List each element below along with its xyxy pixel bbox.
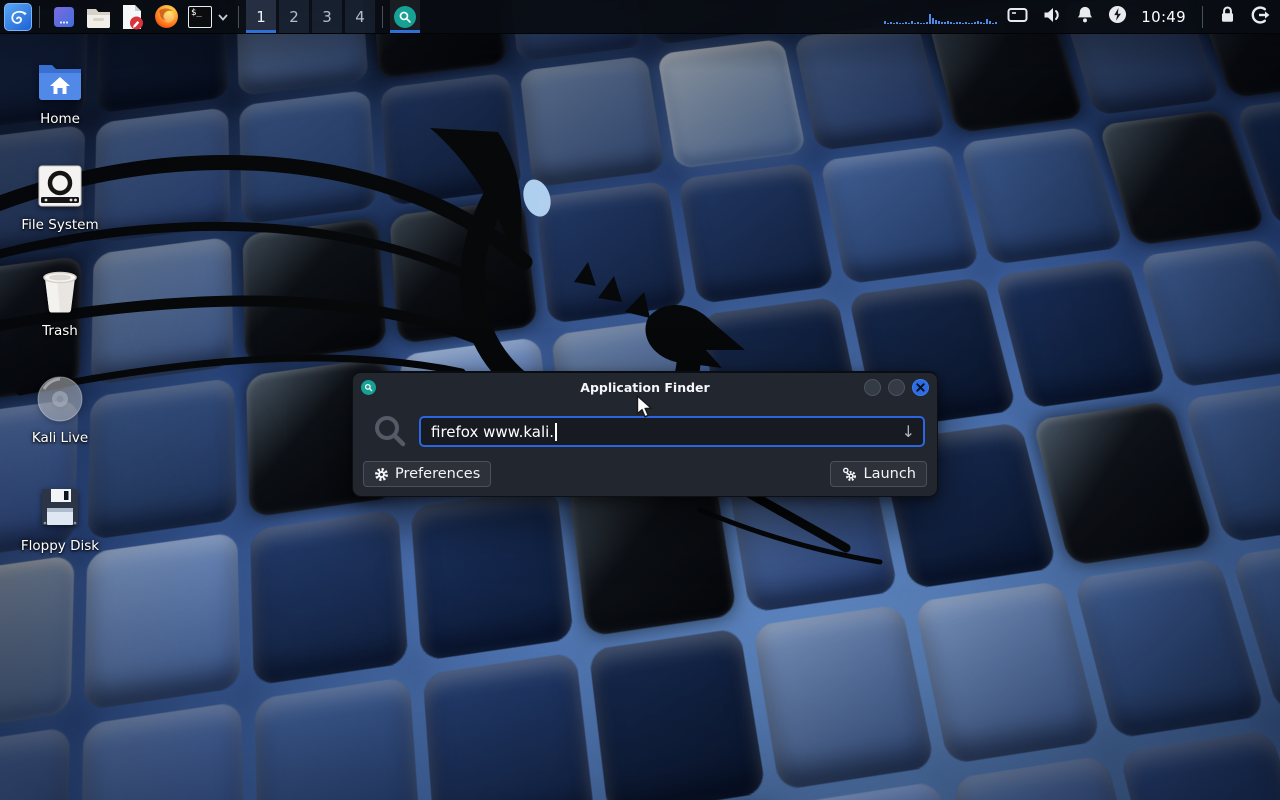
wallpaper-cube: [678, 162, 835, 304]
wallpaper-cube: [589, 628, 767, 800]
taskbar-application-finder[interactable]: [390, 0, 420, 33]
wallpaper-cube: [410, 487, 574, 661]
desktop-icon-label: Kali Live: [32, 430, 88, 446]
kali-logo: [8, 7, 28, 27]
launcher-dashboard[interactable]: [51, 3, 77, 31]
wallpaper-cube: [914, 581, 1102, 765]
maximize-button[interactable]: [888, 379, 905, 396]
application-finder-window: Application Finder firefox www.kali. ↓: [352, 371, 938, 497]
wallpaper-cube: [380, 73, 522, 206]
wallpaper-cube: [820, 144, 981, 284]
launcher-file-manager[interactable]: [85, 3, 111, 31]
logout-icon[interactable]: [1250, 5, 1270, 29]
terminal-icon: $_: [188, 6, 212, 28]
home-folder-icon: [36, 56, 84, 104]
preferences-button[interactable]: Preferences: [363, 461, 491, 487]
desktop-icon-label: Floppy Disk: [21, 538, 99, 554]
firefox-icon: [154, 4, 179, 29]
wallpaper-cube: [657, 39, 806, 169]
wallpaper-cube: [1098, 109, 1266, 246]
wallpaper-cube: [960, 127, 1124, 265]
wallpaper-cube: [0, 727, 70, 800]
document-edit-icon: [120, 4, 144, 30]
volume-icon[interactable]: [1042, 6, 1062, 28]
dashboard-icon: [52, 5, 76, 29]
desktop-icon-file-system[interactable]: File System: [12, 162, 108, 233]
gear-icon: [374, 467, 389, 482]
workspace-1[interactable]: 1: [246, 0, 276, 33]
lock-icon[interactable]: [1219, 5, 1236, 28]
minimize-button[interactable]: [864, 379, 881, 396]
desktop-icon-label: Trash: [42, 323, 78, 339]
wallpaper-cube: [239, 90, 377, 225]
close-button[interactable]: [912, 379, 929, 396]
floppy-icon: [36, 483, 84, 531]
desktop-icon-floppy-disk[interactable]: Floppy Disk: [12, 483, 108, 554]
wallpaper-cube: [80, 701, 245, 800]
launcher-firefox[interactable]: [153, 3, 179, 31]
wallpaper-cube: [389, 199, 538, 344]
wallpaper-cube: [84, 532, 241, 711]
network-activity-graph[interactable]: [884, 10, 997, 24]
panel-separator: [238, 6, 239, 28]
wallpaper-cube: [250, 509, 409, 685]
window-title: Application Finder: [353, 380, 937, 395]
wallpaper-cube: [91, 237, 234, 386]
desktop-icon-label: Home: [40, 111, 80, 127]
launcher-text-editor[interactable]: [119, 3, 145, 31]
wallpaper-cube: [752, 604, 935, 790]
wallpaper-cube: [1073, 557, 1266, 738]
terminal-dropdown-chevron[interactable]: [217, 12, 229, 22]
wallpaper-cube: [519, 56, 665, 188]
close-icon: [916, 383, 925, 392]
harddrive-icon: [36, 162, 84, 210]
launcher-terminal[interactable]: $_: [187, 3, 213, 31]
wallpaper-cube: [88, 378, 237, 541]
panel-separator: [1202, 6, 1203, 28]
workspace-2[interactable]: 2: [279, 0, 309, 33]
launch-button[interactable]: Launch: [830, 461, 927, 487]
desktop-icon-label: File System: [21, 217, 98, 233]
wallpaper-cube: [0, 555, 74, 736]
panel-separator: [382, 6, 383, 28]
wallpaper-cube: [423, 652, 595, 800]
titlebar[interactable]: Application Finder: [353, 373, 937, 401]
workspace-switcher: 1 2 3 4: [246, 0, 375, 33]
wallpaper-cube: [793, 22, 946, 151]
search-glyph-icon: [372, 413, 408, 453]
wallpaper-cube: [94, 107, 231, 243]
desktop-icon-home[interactable]: Home: [12, 56, 108, 127]
top-panel: $_ 1 2 3 4: [0, 0, 1280, 34]
search-icon: [394, 6, 416, 28]
applications-menu-button[interactable]: [4, 3, 32, 31]
dropdown-arrow-icon[interactable]: ↓: [902, 422, 915, 441]
display-icon[interactable]: [1007, 6, 1028, 28]
optical-disc-icon: [36, 375, 84, 423]
wallpaper-cube: [952, 755, 1151, 800]
wallpaper-cube: [1119, 730, 1280, 800]
folder-icon: [86, 6, 111, 28]
wallpaper-cube: [994, 258, 1167, 409]
wallpaper-cube: [1032, 401, 1214, 566]
clock[interactable]: 10:49: [1141, 8, 1186, 26]
power-manager-icon[interactable]: [1108, 5, 1127, 28]
workspace-3[interactable]: 3: [312, 0, 342, 33]
desktop-icon-trash[interactable]: Trash: [12, 268, 108, 339]
run-gear-icon: [841, 466, 857, 482]
text-caret: [555, 423, 557, 441]
finder-body: firefox www.kali. ↓ Preferences Launch: [353, 401, 937, 497]
wallpaper-cube: [534, 181, 687, 324]
search-input[interactable]: firefox www.kali. ↓: [419, 416, 925, 447]
workspace-4[interactable]: 4: [345, 0, 375, 33]
trash-icon: [36, 268, 84, 316]
notifications-bell-icon[interactable]: [1076, 5, 1094, 28]
panel-separator: [39, 6, 40, 28]
desktop-icon-kali-live[interactable]: Kali Live: [12, 375, 108, 446]
search-input-value: firefox www.kali.: [431, 423, 554, 441]
wallpaper-cube: [242, 218, 386, 365]
wallpaper-cube: [254, 677, 421, 800]
